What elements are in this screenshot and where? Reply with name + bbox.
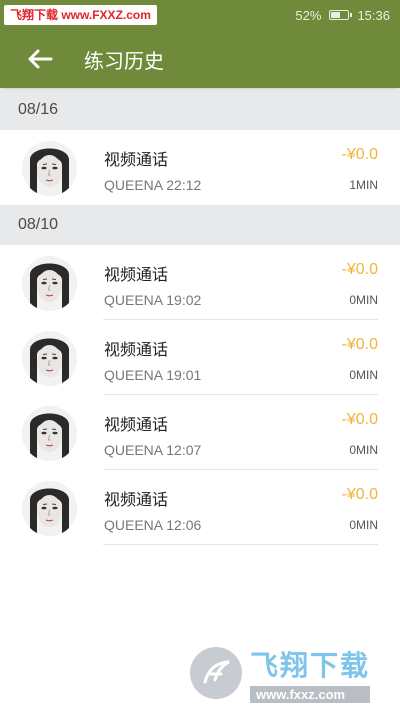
avatar-face-icon [22, 406, 77, 461]
list-item-content: 视频通话 -¥0.0 QUEENA 12:07 0MIN [103, 395, 378, 470]
status-right: 52% 15:36 [295, 8, 400, 23]
avatar-face-icon [22, 141, 77, 196]
list-item[interactable]: 视频通话 -¥0.0 QUEENA 19:01 0MIN [0, 320, 400, 395]
price: -¥0.0 [341, 336, 378, 353]
call-type: 视频通话 [104, 265, 169, 284]
duration: 0MIN [349, 368, 378, 382]
list-item[interactable]: 视频通话 -¥0.0 QUEENA 22:12 1MIN [0, 130, 400, 205]
status-bar: 飞翔下载 www.FXXZ.com 52% 15:36 [0, 0, 400, 30]
watermark-logo: 飞翔下载 www.fxxz.com [190, 640, 390, 706]
list-item-content: 视频通话 -¥0.0 QUEENA 19:01 0MIN [103, 320, 378, 395]
avatar-face-icon [22, 256, 77, 311]
caller-time: QUEENA 19:01 [104, 367, 202, 383]
avatar [22, 256, 77, 311]
back-arrow-icon[interactable] [10, 30, 70, 88]
page-title: 练习历史 [84, 48, 164, 73]
price: -¥0.0 [341, 146, 378, 163]
list-item[interactable]: 视频通话 -¥0.0 QUEENA 19:02 0MIN [0, 245, 400, 320]
caller-time: QUEENA 12:06 [104, 517, 202, 533]
avatar [22, 481, 77, 536]
watermark-emblem-icon [190, 647, 242, 699]
avatar-face-icon [22, 331, 77, 386]
list-item-content: 视频通话 -¥0.0 QUEENA 12:06 0MIN [103, 470, 378, 545]
caller-time: QUEENA 12:07 [104, 442, 202, 458]
duration: 0MIN [349, 518, 378, 532]
list-item[interactable]: 视频通话 -¥0.0 QUEENA 12:06 0MIN [0, 470, 400, 545]
duration: 1MIN [349, 178, 378, 192]
call-type: 视频通话 [104, 490, 169, 509]
date-header: 08/16 [0, 90, 400, 130]
price: -¥0.0 [341, 411, 378, 428]
watermark-text: 飞翔下载 www.fxxz.com [250, 644, 371, 703]
watermark-brand: 飞翔下载 [250, 649, 371, 681]
duration: 0MIN [349, 293, 378, 307]
list-item[interactable]: 视频通话 -¥0.0 QUEENA 12:07 0MIN [0, 395, 400, 470]
price: -¥0.0 [341, 486, 378, 503]
clock: 15:36 [357, 7, 390, 23]
battery-percent: 52% [295, 7, 322, 23]
call-type: 视频通话 [104, 415, 169, 434]
list-item-content: 视频通话 -¥0.0 QUEENA 22:12 1MIN [103, 130, 378, 205]
watermark-badge: 飞翔下载 www.FXXZ.com [4, 5, 157, 25]
avatar-face-icon [22, 481, 77, 536]
history-list: 08/16 视频通话 -¥0.0 QUEENA 22:12 1MIN 08/10… [0, 90, 400, 545]
avatar [22, 406, 77, 461]
date-header: 08/10 [0, 205, 400, 245]
caller-time: QUEENA 22:12 [104, 177, 202, 193]
call-type: 视频通话 [104, 340, 169, 359]
app-bar: 练习历史 [0, 30, 400, 88]
watermark-url: www.fxxz.com [250, 685, 371, 703]
price: -¥0.0 [341, 261, 378, 278]
call-type: 视频通话 [104, 150, 169, 169]
avatar [22, 141, 77, 196]
avatar [22, 331, 77, 386]
duration: 0MIN [349, 443, 378, 457]
list-item-content: 视频通话 -¥0.0 QUEENA 19:02 0MIN [103, 245, 378, 320]
caller-time: QUEENA 19:02 [104, 292, 202, 308]
battery-icon [329, 10, 353, 20]
